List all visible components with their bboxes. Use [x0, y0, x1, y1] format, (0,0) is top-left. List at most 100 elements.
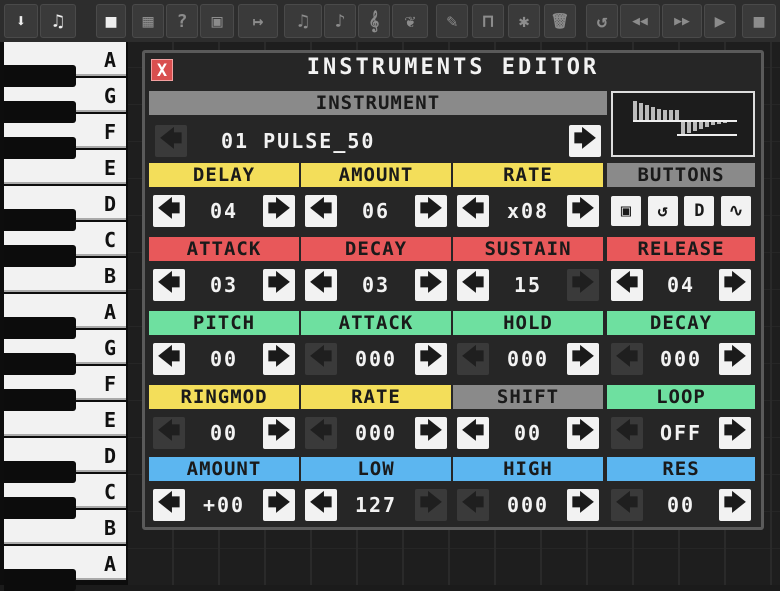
hold-decrement-button[interactable]: 🡄 [457, 343, 489, 375]
high-decrement-button[interactable]: 🡄 [457, 489, 489, 521]
black-key[interactable] [4, 317, 76, 339]
shift-decrement-button[interactable]: 🡄 [457, 417, 489, 449]
black-key[interactable] [4, 461, 76, 483]
dialog-title: INSTRUMENTS EDITOR [306, 55, 600, 80]
play-icon[interactable]: ▶ [704, 4, 736, 38]
ringmod-rate-increment-button[interactable]: 🡆 [415, 417, 447, 449]
clef-icon[interactable]: 𝄞 [358, 4, 390, 38]
save-icon[interactable]: ▣ [611, 196, 641, 226]
black-key[interactable] [4, 101, 76, 123]
delay-decrement-button[interactable]: 🡄 [153, 195, 185, 227]
attack-increment-button[interactable]: 🡆 [263, 269, 295, 301]
rate-increment-button[interactable]: 🡆 [567, 195, 599, 227]
cup-icon[interactable]: ⊓ [472, 4, 504, 38]
high-header: HIGH [453, 457, 603, 481]
release-decrement-button[interactable]: 🡄 [611, 269, 643, 301]
low-decrement-button[interactable]: 🡄 [305, 489, 337, 521]
pencil-icon[interactable]: ✎ [436, 4, 468, 38]
key-label: G [103, 84, 116, 108]
key-label: E [103, 156, 116, 180]
black-key[interactable] [4, 389, 76, 411]
delay-increment-button[interactable]: 🡆 [263, 195, 295, 227]
pitch-attack-increment-button[interactable]: 🡆 [415, 343, 447, 375]
amount-decrement-button[interactable]: 🡄 [305, 195, 337, 227]
export-icon[interactable]: ↦ [238, 4, 278, 38]
res-increment-button[interactable]: 🡆 [719, 489, 751, 521]
stop-icon[interactable]: ■ [96, 4, 126, 38]
ringmod-rate-decrement-button[interactable]: 🡄 [305, 417, 337, 449]
rewind-icon[interactable]: ◀◀ [620, 4, 660, 38]
prev-instrument-button[interactable]: 🡄 [155, 125, 187, 157]
arrow-down-icon[interactable]: ⬇ [4, 4, 38, 38]
asterisk-icon[interactable]: ✱ [508, 4, 540, 38]
decay-header: DECAY [301, 237, 451, 261]
help-icon[interactable]: ? [166, 4, 198, 38]
trash-icon[interactable]: 🗑 [544, 4, 576, 38]
black-key[interactable] [4, 209, 76, 231]
low-value: 127 [354, 493, 398, 517]
bird-icon[interactable]: ❦ [392, 4, 428, 38]
save-icon[interactable]: ▣ [200, 4, 234, 38]
key-label: G [103, 336, 116, 360]
ringmod-increment-button[interactable]: 🡆 [263, 417, 295, 449]
pitch-attack-decrement-button[interactable]: 🡄 [305, 343, 337, 375]
pitch-increment-button[interactable]: 🡆 [263, 343, 295, 375]
attack-decrement-button[interactable]: 🡄 [153, 269, 185, 301]
stop-playback-icon[interactable]: ■ [742, 4, 776, 38]
amount-control: 🡄 06 🡆 [301, 189, 451, 233]
next-instrument-button[interactable]: 🡆 [569, 125, 601, 157]
sustain-decrement-button[interactable]: 🡄 [457, 269, 489, 301]
rate-value: x08 [506, 199, 550, 223]
sustain-value: 15 [513, 273, 543, 297]
black-key[interactable] [4, 497, 76, 519]
decay-decrement-button[interactable]: 🡄 [305, 269, 337, 301]
piano-mode-icon[interactable]: ♫ [284, 4, 322, 38]
decay-increment-button[interactable]: 🡆 [415, 269, 447, 301]
filter-amount-decrement-button[interactable]: 🡄 [153, 489, 185, 521]
ringmod-decrement-button[interactable]: 🡄 [153, 417, 185, 449]
loop-decrement-button[interactable]: 🡄 [611, 417, 643, 449]
black-key[interactable] [4, 353, 76, 375]
release-increment-button[interactable]: 🡆 [719, 269, 751, 301]
filter-amount-increment-button[interactable]: 🡆 [263, 489, 295, 521]
key-label: C [103, 480, 116, 504]
undo-icon[interactable]: ↺ [586, 4, 618, 38]
pitch-decay-value: 000 [659, 347, 703, 371]
rate-decrement-button[interactable]: 🡄 [457, 195, 489, 227]
pitch-decay-decrement-button[interactable]: 🡄 [611, 343, 643, 375]
pitch-attack-header: ATTACK [301, 311, 451, 335]
key-label: F [103, 372, 116, 396]
decay-value: 03 [361, 273, 391, 297]
fast-forward-icon[interactable]: ▶▶ [662, 4, 702, 38]
sustain-increment-button[interactable]: 🡆 [567, 269, 599, 301]
release-control: 🡄 04 🡆 [607, 263, 755, 307]
pitch-decrement-button[interactable]: 🡄 [153, 343, 185, 375]
hold-increment-button[interactable]: 🡆 [567, 343, 599, 375]
ringmod-rate-value: 000 [354, 421, 398, 445]
d-shape-icon[interactable]: D [684, 196, 715, 226]
res-decrement-button[interactable]: 🡄 [611, 489, 643, 521]
black-key[interactable] [4, 65, 76, 87]
undo-icon[interactable]: ↺ [647, 196, 678, 226]
black-key[interactable] [4, 137, 76, 159]
wave-icon[interactable]: ∿ [720, 196, 751, 226]
black-key[interactable] [4, 569, 76, 591]
delay-value: 04 [209, 199, 239, 223]
low-increment-button[interactable]: 🡆 [415, 489, 447, 521]
loop-increment-button[interactable]: 🡆 [719, 417, 751, 449]
piano-icon[interactable]: ♫ [40, 4, 76, 38]
ringmod-rate-control: 🡄 000 🡆 [301, 411, 451, 455]
high-increment-button[interactable]: 🡆 [567, 489, 599, 521]
envelope-graph [633, 101, 737, 136]
close-button[interactable]: X [151, 59, 173, 81]
attack-header: ATTACK [149, 237, 299, 261]
shift-increment-button[interactable]: 🡆 [567, 417, 599, 449]
pitch-icon[interactable]: ♪ [324, 4, 356, 38]
shift-control: 🡄 00 🡆 [453, 411, 603, 455]
ringmod-value: 00 [209, 421, 239, 445]
amount-increment-button[interactable]: 🡆 [415, 195, 447, 227]
low-header: LOW [301, 457, 451, 481]
black-key[interactable] [4, 245, 76, 267]
grid-icon[interactable]: ▦ [132, 4, 164, 38]
pitch-decay-increment-button[interactable]: 🡆 [719, 343, 751, 375]
